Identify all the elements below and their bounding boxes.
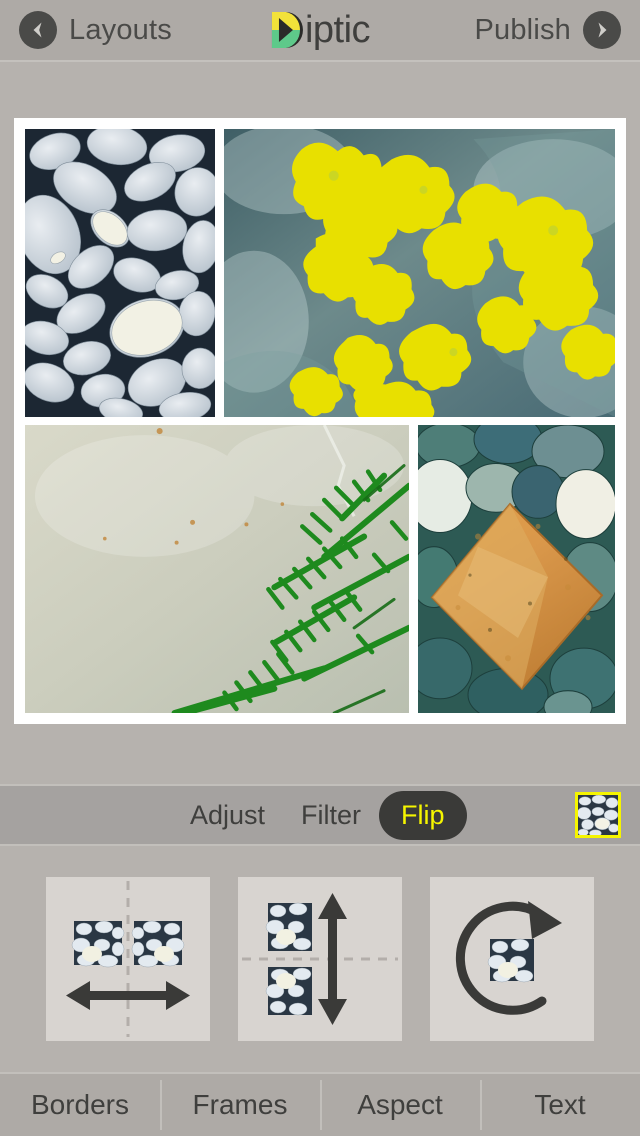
thumb-right bbox=[131, 920, 185, 968]
app-title: iptic bbox=[304, 9, 371, 51]
flip-controls-panel bbox=[0, 846, 640, 1072]
back-to-layouts-button[interactable]: Layouts bbox=[19, 11, 172, 49]
bottom-nav-borders[interactable]: Borders bbox=[0, 1074, 160, 1136]
bottom-nav-bar: Borders Frames Aspect Text bbox=[0, 1072, 640, 1136]
thumb-left bbox=[71, 920, 125, 968]
diptic-logo-icon bbox=[270, 10, 306, 50]
bottom-nav-aspect-label: Aspect bbox=[357, 1089, 443, 1120]
tab-adjust[interactable]: Adjust bbox=[172, 801, 283, 829]
chevron-left-circle-icon[interactable] bbox=[19, 11, 57, 49]
flip-controls-row bbox=[0, 877, 640, 1041]
chevron-right-circle-icon[interactable] bbox=[583, 11, 621, 49]
bottom-nav-borders-label: Borders bbox=[30, 1089, 130, 1120]
thumb-bottom bbox=[265, 967, 312, 1016]
thumb-center bbox=[487, 938, 534, 983]
photo-orange-rock[interactable] bbox=[418, 425, 615, 713]
edit-mode-tabs: Adjust Filter Flip bbox=[172, 790, 467, 840]
collage-row-top bbox=[25, 129, 615, 417]
edit-mode-tabbar: Adjust Filter Flip bbox=[0, 784, 640, 846]
collage-row-bottom bbox=[25, 425, 615, 713]
bottom-nav-text[interactable]: Text bbox=[480, 1074, 640, 1136]
tab-flip[interactable]: Flip bbox=[379, 790, 467, 840]
bottom-nav-frames-label: Frames bbox=[192, 1089, 288, 1120]
publish-label: Publish bbox=[474, 13, 571, 46]
top-header-bar: Layouts iptic Publish bbox=[0, 0, 640, 62]
bottom-nav-frames[interactable]: Frames bbox=[160, 1074, 320, 1136]
back-label: Layouts bbox=[69, 13, 172, 46]
thumb-top bbox=[265, 902, 312, 951]
bottom-nav-text-label: Text bbox=[534, 1089, 586, 1120]
rotate-button[interactable] bbox=[430, 877, 594, 1041]
photo-yellow-lichen[interactable] bbox=[224, 129, 615, 417]
flip-vertical-button[interactable] bbox=[238, 877, 402, 1041]
photo-stone-fern[interactable] bbox=[25, 425, 409, 713]
collage-frame[interactable] bbox=[14, 118, 626, 724]
selected-cell-thumbnail[interactable] bbox=[575, 792, 621, 838]
bottom-nav-aspect[interactable]: Aspect bbox=[320, 1074, 480, 1136]
collage-canvas-area bbox=[0, 64, 640, 780]
flip-horizontal-button[interactable] bbox=[46, 877, 210, 1041]
diptic-app-screen: Layouts iptic Publish Adjust Filter Flip… bbox=[0, 0, 640, 1136]
tab-filter[interactable]: Filter bbox=[283, 801, 379, 829]
photo-pebbles-grey[interactable] bbox=[25, 129, 215, 417]
publish-button[interactable]: Publish bbox=[474, 11, 621, 49]
app-logo: iptic bbox=[270, 9, 371, 51]
